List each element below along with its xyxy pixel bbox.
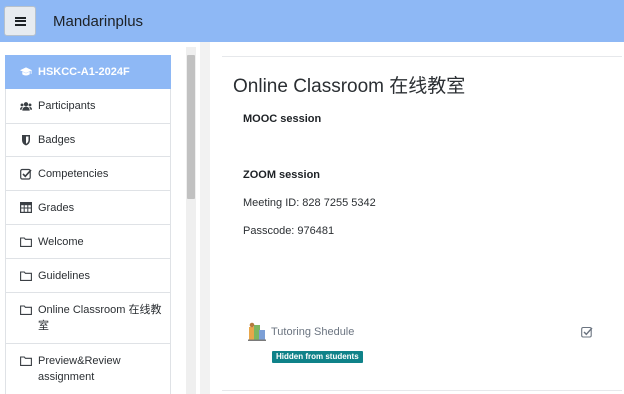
sidebar-item-label: Welcome — [38, 235, 84, 248]
sidebar-item-course[interactable]: HSKCC-A1-2024F — [5, 55, 171, 89]
course-nav-list: HSKCC-A1-2024F Participants Badges Compe… — [5, 55, 171, 394]
folder-icon — [20, 270, 32, 282]
meeting-id-text: Meeting ID: 828 7255 5342 — [243, 197, 376, 209]
drawer-toggle-button[interactable] — [4, 6, 36, 36]
folder-icon — [20, 304, 32, 316]
sidebar-item-label: Competencies — [38, 167, 109, 180]
scrollbar-thumb[interactable] — [187, 55, 195, 199]
page-title: Online Classroom 在线教室 — [233, 76, 466, 97]
sidebar-item-label: Grades — [38, 201, 75, 214]
hamburger-icon — [14, 16, 26, 26]
sidebar-item-preview-review[interactable]: Preview&Review assignment — [5, 344, 171, 394]
main-content: Online Classroom 在线教室 MOOC session ZOOM … — [210, 42, 624, 394]
divider — [222, 390, 622, 391]
scheduler-icon — [248, 322, 266, 342]
sidebar-item-online-classroom[interactable]: Online Classroom 在线教室 — [5, 293, 171, 344]
sidebar-item-competencies[interactable]: Competencies — [5, 157, 171, 191]
shield-icon — [20, 134, 32, 146]
hidden-from-students-badge: Hidden from students — [272, 351, 363, 363]
sidebar-item-label: Preview&Review assignment — [38, 355, 121, 383]
activity-tutoring-schedule[interactable]: Tutoring Shedule — [248, 320, 354, 344]
mooc-session-heading: MOOC session — [243, 113, 322, 125]
sidebar-item-badges[interactable]: Badges — [5, 124, 171, 157]
sidebar-item-grades[interactable]: Grades — [5, 191, 171, 225]
sidebar-item-label: Participants — [38, 100, 96, 112]
zoom-session-heading: ZOOM session — [243, 169, 321, 181]
sidebar-item-participants[interactable]: Participants — [5, 89, 171, 124]
sidebar-scrollbar[interactable] — [186, 47, 196, 394]
sidebar-item-label: Badges — [38, 134, 76, 146]
folder-icon — [20, 236, 32, 248]
activity-link[interactable]: Tutoring Shedule — [271, 326, 354, 338]
sidebar-item-label: Online Classroom 在线教室 — [38, 304, 162, 332]
course-nav-drawer: HSKCC-A1-2024F Participants Badges Compe… — [0, 42, 200, 394]
graduation-cap-icon — [20, 66, 32, 78]
top-navbar: Mandarinplus — [0, 0, 624, 42]
completion-checkbox-icon[interactable] — [581, 325, 593, 338]
site-name[interactable]: Mandarinplus — [53, 13, 143, 30]
passcode-text: Passcode: 976481 — [243, 225, 335, 237]
folder-icon — [20, 355, 32, 367]
divider — [222, 56, 622, 57]
checkbox-icon — [20, 168, 32, 180]
users-icon — [20, 100, 32, 112]
sidebar-item-guidelines[interactable]: Guidelines — [5, 259, 171, 293]
sidebar-item-welcome[interactable]: Welcome — [5, 225, 171, 259]
table-icon — [20, 202, 32, 214]
sidebar-item-label: HSKCC-A1-2024F — [38, 66, 130, 78]
sidebar-item-label: Guidelines — [38, 269, 90, 282]
